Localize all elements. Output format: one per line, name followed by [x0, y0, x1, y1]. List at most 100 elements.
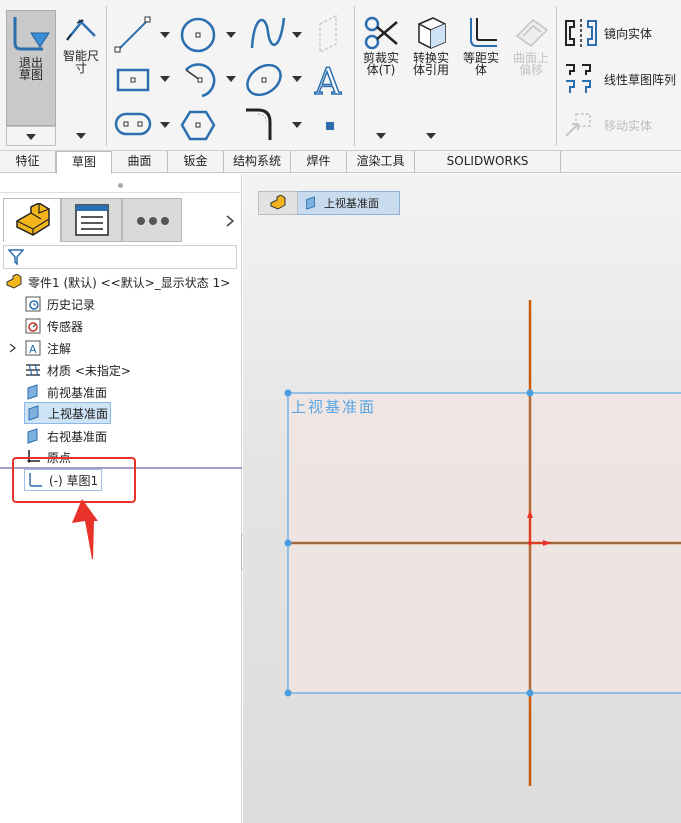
offset-label: 等距实体 — [462, 51, 499, 77]
command-tabs: 特征 草图 曲面 钣金 结构系统 焊件 渲染工具 SOLIDWORKS Insp… — [0, 151, 681, 189]
tab-structure-system[interactable]: 结构系统 — [224, 151, 291, 173]
tree-item-annotations[interactable]: A 注解 — [25, 338, 71, 358]
line-icon[interactable] — [114, 16, 151, 53]
spline-icon[interactable] — [250, 17, 286, 49]
plane-handle[interactable] — [526, 389, 534, 397]
trim-entities-button[interactable]: 剪裁实体(T) — [356, 14, 406, 76]
offset-on-surface-button[interactable]: 曲面上偏移 — [506, 14, 556, 76]
plane-handle[interactable] — [284, 389, 292, 397]
feature-manager-tab[interactable] — [3, 198, 61, 242]
move-icon — [565, 113, 591, 137]
tree-item-label: 传感器 — [47, 319, 84, 334]
convert-entities-icon — [418, 17, 446, 49]
command-manager-ribbon: 退出草图 智能尺寸 A 剪裁实体(T) 转换实体引用 等距实体 曲面上偏移 镜向… — [0, 0, 681, 151]
more-dots-icon — [137, 217, 169, 225]
plane-name-label: 上视基准面 — [291, 398, 376, 416]
plane-icon[interactable] — [319, 14, 337, 54]
panel-grip[interactable] — [118, 183, 123, 188]
part-icon — [6, 274, 22, 289]
annotation-arrow-icon — [72, 499, 98, 559]
tree-item-label: 材质 <未指定> — [47, 363, 131, 378]
ribbon-separator — [106, 6, 107, 146]
chevron-down-icon[interactable] — [292, 76, 302, 82]
point-icon[interactable] — [326, 122, 334, 130]
plane-handle[interactable] — [284, 689, 292, 697]
tab-sheet-metal[interactable]: 钣金 — [168, 151, 224, 173]
offset-entities-button[interactable]: 等距实体 — [456, 14, 506, 76]
plane-icon — [27, 428, 38, 444]
annotation-icon: A — [25, 340, 41, 356]
arc-icon[interactable] — [185, 63, 216, 98]
plane-icon — [27, 384, 38, 400]
tab-weldments[interactable]: 焊件 — [291, 151, 347, 173]
exit-sketch-button[interactable]: 退出草图 — [6, 10, 56, 126]
chevron-down-icon[interactable] — [160, 122, 170, 128]
chevron-right-icon[interactable] — [225, 214, 235, 228]
more-tabs-button[interactable] — [122, 198, 182, 242]
exit-sketch-icon — [13, 17, 50, 51]
smart-dimension-icon — [66, 19, 96, 41]
sketch-tools-grid: A — [114, 14, 343, 141]
sensor-icon — [25, 318, 41, 334]
chevron-down-icon[interactable] — [292, 122, 302, 128]
chevron-down-icon[interactable] — [292, 32, 302, 38]
ellipse-icon[interactable] — [242, 59, 286, 101]
expand-arrow-icon[interactable] — [9, 343, 17, 353]
tree-item-material[interactable]: 材质 <未指定> — [25, 360, 131, 380]
tab-features[interactable]: 特征 — [0, 151, 56, 173]
svg-text:A: A — [29, 343, 37, 356]
slot-icon[interactable] — [114, 112, 152, 136]
plane-handle[interactable] — [526, 689, 534, 697]
history-icon — [25, 296, 41, 312]
polygon-icon[interactable] — [180, 110, 216, 141]
convert-entities-button[interactable]: 转换实体引用 — [406, 14, 456, 76]
tab-render-tools[interactable]: 渲染工具 — [347, 151, 415, 173]
convert-label: 转换实体引用 — [412, 51, 449, 77]
tree-root-label: 零件1 (默认) <<默认>_显示状态 1> — [28, 275, 231, 290]
exit-sketch-dropdown[interactable] — [6, 126, 56, 146]
tree-root-part[interactable]: 零件1 (默认) <<默认>_显示状态 1> — [6, 272, 230, 292]
fillet-icon[interactable] — [246, 108, 272, 140]
trim-dropdown[interactable] — [376, 133, 386, 139]
mirror-entities-button[interactable]: 镜向实体 — [562, 16, 652, 50]
convert-dropdown[interactable] — [426, 133, 436, 139]
offset-entities-icon — [470, 18, 497, 47]
tree-item-right-plane[interactable]: 右视基准面 — [25, 426, 107, 446]
text-tool-icon[interactable]: A — [313, 61, 343, 104]
linear-pattern-label: 线性草图阵列 — [604, 72, 677, 87]
part-icon — [16, 203, 50, 236]
chevron-down-icon[interactable] — [226, 76, 236, 82]
filter-box[interactable] — [3, 245, 237, 269]
smart-dimension-button[interactable]: 智能尺寸 — [56, 14, 106, 74]
tree-item-top-plane[interactable]: 上视基准面 — [24, 402, 112, 424]
tab-solidworks-inspection[interactable]: SOLIDWORKS Inspection — [415, 151, 561, 189]
material-icon — [26, 363, 40, 377]
tree-item-front-plane[interactable]: 前视基准面 — [25, 382, 107, 402]
exit-sketch-label: 退出草图 — [18, 56, 43, 82]
panel-divider — [0, 192, 242, 193]
feature-manager-panel: 零件1 (默认) <<默认>_显示状态 1> 历史记录 传感器 A 注解 材质 … — [0, 174, 249, 823]
move-entities-button[interactable]: 移动实体 — [562, 109, 652, 141]
tab-sketch[interactable]: 草图 — [56, 151, 112, 174]
chevron-down-icon[interactable] — [160, 32, 170, 38]
scissors-icon — [364, 16, 398, 50]
smart-dimension-dropdown[interactable] — [76, 133, 86, 139]
tree-item-label: 上视基准面 — [48, 406, 109, 421]
tree-item-label: 历史记录 — [47, 297, 96, 312]
linear-pattern-icon — [566, 64, 591, 93]
move-label: 移动实体 — [604, 118, 653, 133]
chevron-down-icon[interactable] — [160, 76, 170, 82]
plane-handle[interactable] — [284, 539, 292, 547]
surface-offset-label: 曲面上偏移 — [512, 51, 549, 77]
filter-icon — [8, 249, 24, 266]
graphics-area[interactable]: 上视基准面 上视基准面 — [243, 174, 681, 823]
circle-icon[interactable] — [180, 17, 216, 53]
chevron-down-icon[interactable] — [226, 32, 236, 38]
linear-sketch-pattern-button[interactable]: 线性草图阵列 — [562, 61, 676, 97]
tab-surfaces[interactable]: 曲面 — [112, 151, 168, 173]
sketch-viewport[interactable]: 上视基准面 — [243, 174, 681, 823]
tree-item-history[interactable]: 历史记录 — [25, 294, 95, 314]
property-manager-tab[interactable] — [61, 198, 122, 242]
tree-item-sensors[interactable]: 传感器 — [25, 316, 83, 336]
rectangle-icon[interactable] — [116, 68, 150, 92]
